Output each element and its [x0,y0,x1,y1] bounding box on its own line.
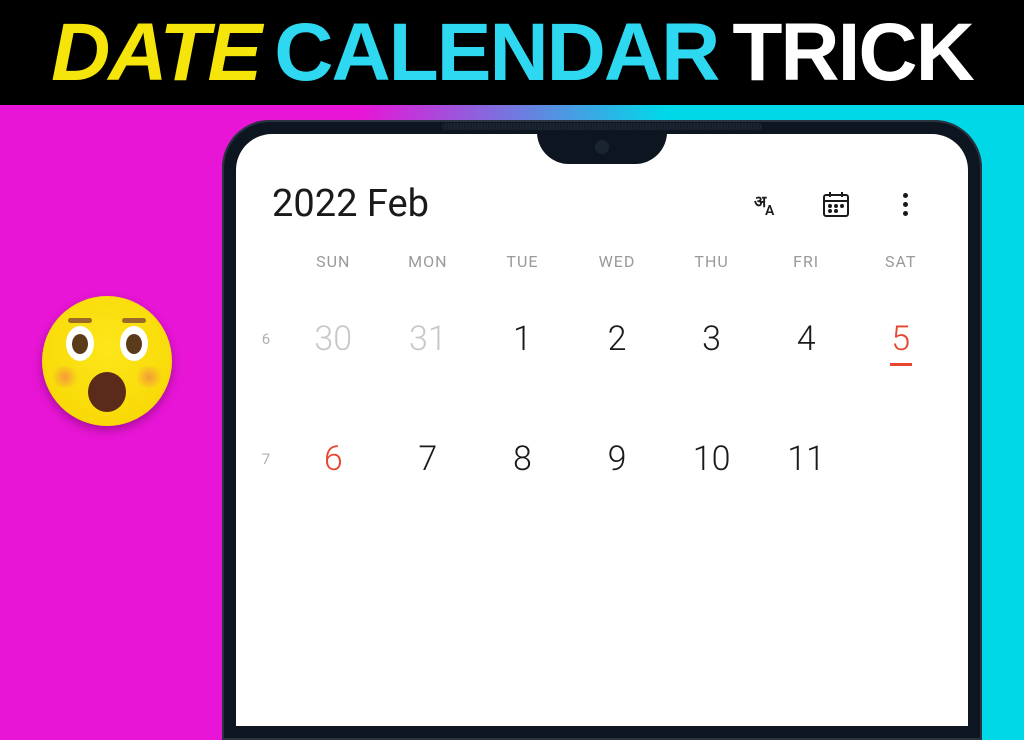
calendar-day[interactable]: 31 [381,304,476,374]
weekday-tue: TUE [475,252,570,271]
weekday-mon: MON [381,252,476,271]
calendar-grid: 630311234576789101112 [236,279,968,519]
shocked-emoji [42,296,172,426]
more-menu-icon[interactable] [889,189,922,220]
svg-text:A: A [765,203,775,219]
weekday-wed: WED [570,252,665,271]
calendar-day[interactable]: 3 [664,304,759,374]
calendar-icon[interactable] [819,187,853,221]
calendar-week-row: 76789101112 [246,399,948,519]
calendar-day[interactable]: 2 [570,304,665,374]
week-number: 6 [246,330,286,348]
title-word-trick: TRICK [732,6,973,100]
weekday-sat: SAT [853,252,948,271]
weekday-row: SUN MON TUE WED THU FRI SAT [236,238,968,279]
calendar-day[interactable]: 4 [759,304,854,374]
calendar-day[interactable]: 11 [759,424,854,494]
calendar-day[interactable]: 30 [286,304,381,374]
phone-speaker [442,123,762,130]
phone-frame: 2022 Feb अ A [222,120,982,740]
calendar-day[interactable]: 10 [664,424,759,494]
weekday-fri: FRI [759,252,854,271]
calendar-week-row: 6303112345 [246,279,948,399]
calendar-day[interactable]: 5 [853,304,948,374]
calendar-day[interactable]: 6 [286,424,381,494]
weekday-sun: SUN [286,252,381,271]
phone-screen: 2022 Feb अ A [236,134,968,726]
calendar-day[interactable]: 9 [570,424,665,494]
week-number: 7 [246,450,286,468]
calendar-day[interactable]: 8 [475,424,570,494]
calendar-day[interactable]: 12 [853,424,948,494]
title-word-calendar: CALENDAR [274,6,718,100]
phone-notch [537,134,667,164]
calendar-day[interactable]: 1 [475,304,570,374]
language-icon[interactable]: अ A [749,187,783,221]
weekday-thu: THU [664,252,759,271]
title-bar: DATE CALENDAR TRICK [0,0,1024,105]
calendar-day[interactable]: 7 [381,424,476,494]
title-word-date: DATE [51,6,260,100]
calendar-month-title[interactable]: 2022 Feb [272,182,749,226]
